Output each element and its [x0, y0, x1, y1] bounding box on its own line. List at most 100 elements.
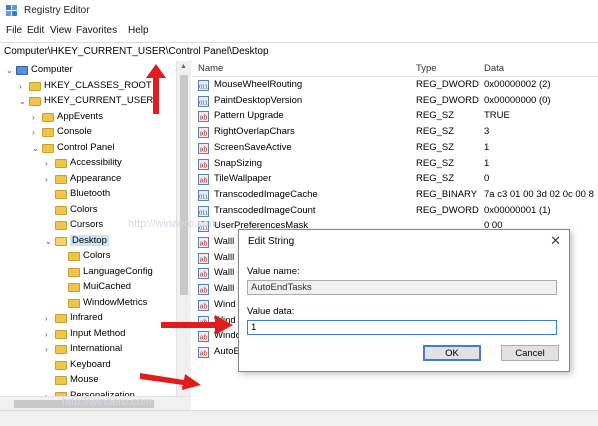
dialog-title: Edit String — [248, 236, 295, 247]
ok-button[interactable]: OK — [423, 345, 481, 361]
cancel-button[interactable]: Cancel — [501, 345, 559, 361]
column-type-header[interactable]: Type — [416, 63, 437, 74]
value-name: ScreenSaveActive — [214, 141, 292, 153]
value-name-field: AutoEndTasks — [247, 280, 557, 295]
string-value-icon: ab — [198, 284, 209, 296]
value-type: REG_SZ — [416, 157, 455, 169]
svg-text:ab: ab — [200, 350, 208, 357]
address-path[interactable]: Computer\HKEY_CURRENT_USER\Control Panel… — [4, 46, 269, 57]
value-name: Wind — [214, 298, 236, 310]
menu-edit[interactable]: Edit — [27, 25, 44, 36]
chevron-down-icon[interactable]: ⌄ — [45, 234, 54, 249]
chevron-right-icon[interactable]: › — [32, 125, 41, 140]
string-value-icon: ab — [198, 127, 209, 139]
string-value-icon: ab — [198, 252, 209, 264]
value-data: TRUE — [484, 110, 510, 122]
string-value-icon: ab — [198, 237, 209, 248]
tree-node-label: Desktop — [70, 234, 109, 246]
value-row[interactable]: ab SnapSizing REG_SZ 1 — [192, 157, 598, 172]
tree-node-label: Control Panel — [57, 141, 115, 153]
folder-icon — [42, 112, 54, 122]
folder-icon — [55, 205, 67, 215]
folder-icon — [42, 128, 54, 137]
address-bar[interactable]: Computer\HKEY_CURRENT_USER\Control Panel… — [0, 42, 598, 62]
red-arrow-right-icon — [161, 315, 233, 335]
chevron-right-icon[interactable]: › — [32, 110, 41, 125]
value-name: Pattern Upgrade — [214, 110, 284, 122]
value-row[interactable]: ab Pattern Upgrade REG_SZ TRUE — [192, 109, 598, 124]
folder-icon — [55, 221, 67, 230]
value-row[interactable]: ab RightOverlapChars REG_SZ 3 — [192, 125, 598, 140]
column-name-header[interactable]: Name — [198, 63, 223, 74]
tree-node-label: MuiCached — [83, 281, 132, 292]
close-icon[interactable]: ✕ — [550, 233, 561, 249]
value-row[interactable]: 011 TranscodedImageCount REG_DWORD 0x000000… — [192, 204, 598, 219]
tree-node-label: Appearance — [70, 172, 122, 184]
chevron-right-icon[interactable]: › — [45, 342, 54, 357]
chevron-right-icon[interactable]: › — [45, 327, 54, 342]
value-name: PaintDesktopVersion — [214, 94, 303, 106]
value-name: TranscodedImageCache — [214, 188, 318, 200]
chevron-right-icon[interactable]: › — [19, 79, 28, 94]
chevron-down-icon[interactable]: ⌄ — [19, 94, 28, 109]
value-row[interactable]: ab TileWallpaper REG_SZ 0 — [192, 172, 598, 187]
svg-text:ab: ab — [200, 115, 208, 122]
chevron-down-icon[interactable]: ⌄ — [6, 63, 15, 78]
window-title: Registry Editor — [24, 5, 90, 16]
chevron-right-icon[interactable]: › — [45, 156, 54, 171]
value-data: 3 — [484, 126, 490, 138]
value-row[interactable]: 011 MouseWheelRouting REG_DWORD 0x00000002 … — [192, 78, 598, 93]
svg-text:ab: ab — [200, 177, 208, 184]
value-name: Walll — [214, 283, 235, 295]
value-name: SnapSizing — [214, 157, 263, 169]
svg-text:011: 011 — [199, 210, 208, 216]
svg-text:ab: ab — [200, 334, 208, 341]
open-folder-icon — [42, 143, 54, 153]
value-data: 0x00000002 (2) — [484, 79, 551, 90]
chevron-right-icon[interactable]: › — [45, 172, 54, 187]
menu-file[interactable]: File — [6, 25, 22, 36]
value-row[interactable]: ab ScreenSaveActive REG_SZ 1 — [192, 141, 598, 156]
string-value-icon: ab — [198, 299, 209, 311]
chevron-down-icon[interactable]: ⌄ — [32, 141, 41, 156]
binary-value-icon: 011 — [198, 95, 209, 107]
tree-node-label: Accessibility — [70, 157, 122, 168]
value-data: 0 — [484, 173, 490, 185]
value-type: REG_BINARY — [416, 188, 478, 200]
menu-view[interactable]: View — [50, 25, 72, 36]
menu-favorites[interactable]: Favorites — [76, 25, 117, 36]
value-name: Walll — [214, 251, 235, 263]
folder-icon — [55, 190, 67, 199]
value-type: REG_SZ — [416, 173, 455, 185]
folder-icon — [55, 329, 67, 339]
tree-node-label: Bluetooth — [70, 188, 111, 199]
value-data-field[interactable]: 1 — [247, 320, 557, 335]
watermark: http://winaero.com — [128, 218, 218, 230]
computer-icon — [16, 66, 28, 75]
status-bar — [0, 410, 598, 426]
tree-node-label: Computer — [31, 64, 73, 75]
string-value-icon: ab — [198, 174, 209, 186]
scroll-up-icon[interactable]: ▲ — [180, 63, 187, 70]
tree-node-label: AppEvents — [57, 110, 103, 122]
tree-node-label: HKEY_CLASSES_ROOT — [44, 79, 152, 91]
tree-vertical-scrollbar[interactable]: ▲ ▼ — [176, 61, 191, 410]
scroll-thumb[interactable] — [180, 75, 188, 295]
folder-icon — [68, 283, 80, 292]
binary-value-icon: 011 — [198, 189, 209, 201]
registry-editor-icon — [6, 5, 17, 16]
column-data-header[interactable]: Data — [484, 63, 504, 74]
folder-icon — [68, 298, 80, 308]
value-row[interactable]: 011 TranscodedImageCache REG_BINARY 7a c3 0… — [192, 188, 598, 203]
value-name: MouseWheelRouting — [214, 79, 303, 90]
chevron-right-icon[interactable]: › — [45, 311, 54, 326]
value-row[interactable]: 011 PaintDesktopVersion REG_DWORD 0x0000000… — [192, 94, 598, 109]
value-data: 7a c3 01 00 3d 02 0c 00 8 — [484, 188, 594, 200]
value-type: REG_SZ — [416, 126, 455, 138]
value-data: 0x00000001 (1) — [484, 204, 551, 216]
menu-help[interactable]: Help — [128, 25, 149, 36]
